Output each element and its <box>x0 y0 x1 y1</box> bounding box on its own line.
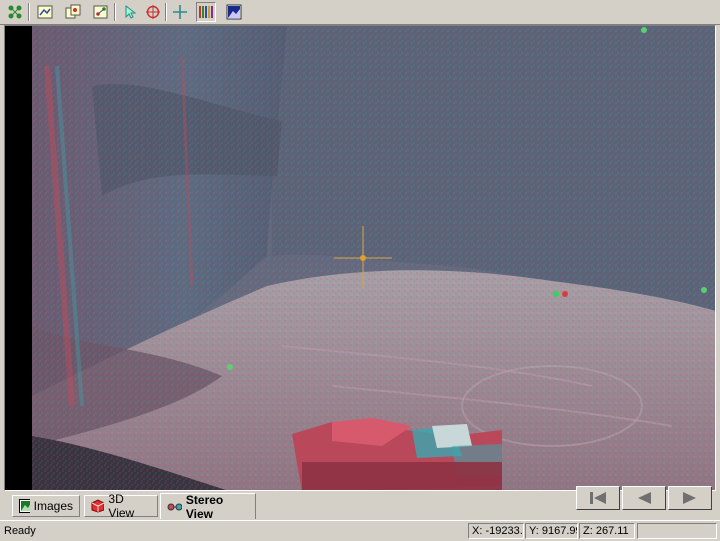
status-bar: Ready X: -19233.0 Y: 9167.99 Z: 267.11 <box>0 520 720 541</box>
color-bars-icon[interactable] <box>196 2 216 22</box>
status-ready-text: Ready <box>4 525 36 537</box>
image-pair-icon[interactable] <box>63 2 83 22</box>
toolbar-separator <box>114 3 116 21</box>
stereo-glasses-icon <box>167 503 182 510</box>
tie-point-marker[interactable] <box>641 27 647 33</box>
tab-3d-view-label: 3D View <box>108 492 135 520</box>
measure-points-icon[interactable] <box>91 2 111 22</box>
anaglyph-quarry-image[interactable] <box>32 26 716 491</box>
terrain-view-icon[interactable] <box>224 2 244 22</box>
tie-point-marker[interactable] <box>553 291 559 297</box>
status-y-coordinate: Y: 9167.99 <box>525 523 578 539</box>
tab-stereo-view-label: Stereo View <box>185 492 224 521</box>
tie-point-marker[interactable] <box>701 287 707 293</box>
tie-point-marker[interactable] <box>562 291 568 297</box>
open-image-icon[interactable] <box>35 2 55 22</box>
first-image-button[interactable] <box>576 486 620 510</box>
tie-points-icon[interactable] <box>5 2 25 22</box>
toolbar <box>0 0 720 25</box>
previous-icon <box>638 492 651 504</box>
toolbar-separator <box>165 3 167 21</box>
skip-to-first-icon <box>590 492 606 504</box>
status-x-coordinate: X: -19233.0 <box>468 523 524 539</box>
cursor-icon[interactable] <box>120 2 140 22</box>
next-icon <box>683 492 696 504</box>
view-tabs: Images 3D View Stereo View <box>0 492 560 521</box>
target-icon[interactable] <box>143 2 163 22</box>
tab-stereo-view[interactable]: Stereo View <box>160 492 256 521</box>
images-tab-icon <box>19 499 30 513</box>
status-extra-pane <box>637 523 717 539</box>
tie-point-marker[interactable] <box>227 364 233 370</box>
tab-images-label: Images <box>33 499 73 513</box>
3d-view-tab-icon <box>91 499 105 513</box>
previous-image-button[interactable] <box>622 486 666 510</box>
crosshair-icon[interactable] <box>170 2 190 22</box>
next-image-button[interactable] <box>668 486 712 510</box>
tab-images[interactable]: Images <box>12 495 80 517</box>
toolbar-separator <box>28 3 30 21</box>
stereo-viewport[interactable] <box>4 25 716 491</box>
status-z-coordinate: Z: 267.11 <box>579 523 635 539</box>
tab-3d-view[interactable]: 3D View <box>84 492 158 520</box>
